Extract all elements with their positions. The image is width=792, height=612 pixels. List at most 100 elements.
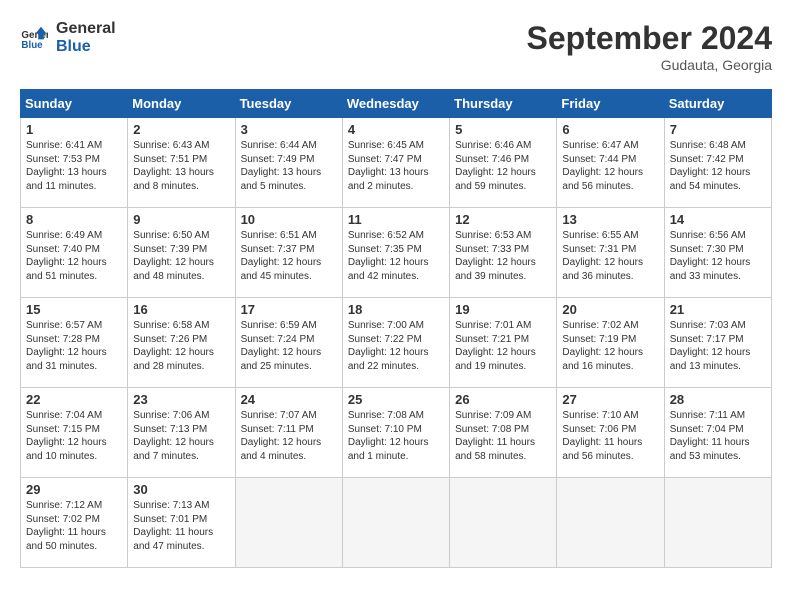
cell-text: Sunrise: 6:56 AMSunset: 7:30 PMDaylight:… [670, 229, 766, 283]
col-header-friday: Friday [557, 90, 664, 118]
cell-text: Sunrise: 7:10 AMSunset: 7:06 PMDaylight:… [562, 409, 658, 463]
calendar-cell: 10 Sunrise: 6:51 AMSunset: 7:37 PMDayligh… [235, 208, 342, 298]
col-header-wednesday: Wednesday [342, 90, 449, 118]
cell-text: Sunrise: 6:41 AMSunset: 7:53 PMDaylight:… [26, 139, 122, 193]
day-number: 21 [670, 302, 766, 317]
calendar-cell: 25 Sunrise: 7:08 AMSunset: 7:10 PMDayligh… [342, 388, 449, 478]
day-number: 22 [26, 392, 122, 407]
day-number: 15 [26, 302, 122, 317]
cell-text: Sunrise: 7:07 AMSunset: 7:11 PMDaylight:… [241, 409, 337, 463]
logo: General Blue General Blue [20, 20, 116, 56]
calendar-cell: 14 Sunrise: 6:56 AMSunset: 7:30 PMDayligh… [664, 208, 771, 298]
cell-text: Sunrise: 6:46 AMSunset: 7:46 PMDaylight:… [455, 139, 551, 193]
calendar-cell: 21 Sunrise: 7:03 AMSunset: 7:17 PMDayligh… [664, 298, 771, 388]
cell-text: Sunrise: 7:02 AMSunset: 7:19 PMDaylight:… [562, 319, 658, 373]
week-row-5: 29Sunrise: 7:12 AMSunset: 7:02 PMDayligh… [21, 478, 772, 568]
calendar-cell: 26Sunrise: 7:09 AMSunset: 7:08 PMDayligh… [450, 388, 557, 478]
calendar-cell: 27 Sunrise: 7:10 AMSunset: 7:06 PMDayligh… [557, 388, 664, 478]
calendar-cell: 24 Sunrise: 7:07 AMSunset: 7:11 PMDayligh… [235, 388, 342, 478]
day-number: 30 [133, 482, 229, 497]
day-number: 10 [241, 212, 337, 227]
day-number: 3 [241, 122, 337, 137]
day-number: 14 [670, 212, 766, 227]
cell-text: Sunrise: 7:01 AMSunset: 7:21 PMDaylight:… [455, 319, 551, 373]
day-number: 18 [348, 302, 444, 317]
week-row-2: 8Sunrise: 6:49 AMSunset: 7:40 PMDaylight… [21, 208, 772, 298]
day-number: 1 [26, 122, 122, 137]
day-number: 4 [348, 122, 444, 137]
calendar-cell [450, 478, 557, 568]
day-number: 16 [133, 302, 229, 317]
cell-text: Sunrise: 6:44 AMSunset: 7:49 PMDaylight:… [241, 139, 337, 193]
day-number: 20 [562, 302, 658, 317]
calendar-cell: 8Sunrise: 6:49 AMSunset: 7:40 PMDaylight… [21, 208, 128, 298]
cell-text: Sunrise: 7:03 AMSunset: 7:17 PMDaylight:… [670, 319, 766, 373]
cell-text: Sunrise: 6:51 AMSunset: 7:37 PMDaylight:… [241, 229, 337, 283]
day-number: 28 [670, 392, 766, 407]
calendar-cell: 18 Sunrise: 7:00 AMSunset: 7:22 PMDayligh… [342, 298, 449, 388]
col-header-thursday: Thursday [450, 90, 557, 118]
day-number: 27 [562, 392, 658, 407]
calendar-cell: 12Sunrise: 6:53 AMSunset: 7:33 PMDayligh… [450, 208, 557, 298]
calendar-cell: 22 Sunrise: 7:04 AMSunset: 7:15 PMDayligh… [21, 388, 128, 478]
calendar-cell: 20 Sunrise: 7:02 AMSunset: 7:19 PMDayligh… [557, 298, 664, 388]
page-header: General Blue General Blue September 2024… [20, 20, 772, 73]
cell-text: Sunrise: 6:55 AMSunset: 7:31 PMDaylight:… [562, 229, 658, 283]
calendar-cell: 16Sunrise: 6:58 AMSunset: 7:26 PMDayligh… [128, 298, 235, 388]
cell-text: Sunrise: 7:08 AMSunset: 7:10 PMDaylight:… [348, 409, 444, 463]
col-header-sunday: Sunday [21, 90, 128, 118]
calendar-cell: 15 Sunrise: 6:57 AMSunset: 7:28 PMDayligh… [21, 298, 128, 388]
calendar-table: SundayMondayTuesdayWednesdayThursdayFrid… [20, 89, 772, 568]
day-number: 13 [562, 212, 658, 227]
day-number: 29 [26, 482, 122, 497]
cell-text: Sunrise: 6:57 AMSunset: 7:28 PMDaylight:… [26, 319, 122, 373]
cell-text: Sunrise: 7:00 AMSunset: 7:22 PMDaylight:… [348, 319, 444, 373]
month-title: September 2024 [527, 20, 772, 57]
day-number: 25 [348, 392, 444, 407]
day-number: 2 [133, 122, 229, 137]
week-row-3: 15 Sunrise: 6:57 AMSunset: 7:28 PMDayligh… [21, 298, 772, 388]
day-number: 5 [455, 122, 551, 137]
calendar-cell: 11Sunrise: 6:52 AMSunset: 7:35 PMDayligh… [342, 208, 449, 298]
calendar-cell [557, 478, 664, 568]
day-number: 19 [455, 302, 551, 317]
calendar-cell: 19 Sunrise: 7:01 AMSunset: 7:21 PMDayligh… [450, 298, 557, 388]
calendar-cell: 5 Sunrise: 6:46 AMSunset: 7:46 PMDaylight… [450, 118, 557, 208]
calendar-cell: 17Sunrise: 6:59 AMSunset: 7:24 PMDayligh… [235, 298, 342, 388]
calendar-cell: 9 Sunrise: 6:50 AMSunset: 7:39 PMDaylight… [128, 208, 235, 298]
cell-text: Sunrise: 6:43 AMSunset: 7:51 PMDaylight:… [133, 139, 229, 193]
logo-text-blue: Blue [56, 38, 116, 56]
calendar-cell: 1 Sunrise: 6:41 AMSunset: 7:53 PMDaylight… [21, 118, 128, 208]
cell-text: Sunrise: 7:11 AMSunset: 7:04 PMDaylight:… [670, 409, 766, 463]
day-number: 23 [133, 392, 229, 407]
calendar-cell: 4 Sunrise: 6:45 AMSunset: 7:47 PMDaylight… [342, 118, 449, 208]
calendar-cell: 23Sunrise: 7:06 AMSunset: 7:13 PMDayligh… [128, 388, 235, 478]
cell-text: Sunrise: 7:13 AMSunset: 7:01 PMDaylight:… [133, 499, 229, 553]
col-header-tuesday: Tuesday [235, 90, 342, 118]
calendar-cell: 7 Sunrise: 6:48 AMSunset: 7:42 PMDaylight… [664, 118, 771, 208]
cell-text: Sunrise: 6:48 AMSunset: 7:42 PMDaylight:… [670, 139, 766, 193]
day-number: 24 [241, 392, 337, 407]
col-header-saturday: Saturday [664, 90, 771, 118]
day-number: 9 [133, 212, 229, 227]
cell-text: Sunrise: 6:45 AMSunset: 7:47 PMDaylight:… [348, 139, 444, 193]
day-number: 8 [26, 212, 122, 227]
week-row-1: 1 Sunrise: 6:41 AMSunset: 7:53 PMDaylight… [21, 118, 772, 208]
day-number: 26 [455, 392, 551, 407]
cell-text: Sunrise: 7:04 AMSunset: 7:15 PMDaylight:… [26, 409, 122, 463]
cell-text: Sunrise: 6:47 AMSunset: 7:44 PMDaylight:… [562, 139, 658, 193]
calendar-cell: 6Sunrise: 6:47 AMSunset: 7:44 PMDaylight… [557, 118, 664, 208]
col-header-monday: Monday [128, 90, 235, 118]
logo-icon: General Blue [20, 24, 48, 52]
calendar-header-row: SundayMondayTuesdayWednesdayThursdayFrid… [21, 90, 772, 118]
calendar-cell: 28 Sunrise: 7:11 AMSunset: 7:04 PMDayligh… [664, 388, 771, 478]
calendar-cell: 30 Sunrise: 7:13 AMSunset: 7:01 PMDayligh… [128, 478, 235, 568]
calendar-cell: 2 Sunrise: 6:43 AMSunset: 7:51 PMDaylight… [128, 118, 235, 208]
cell-text: Sunrise: 6:52 AMSunset: 7:35 PMDaylight:… [348, 229, 444, 283]
svg-text:Blue: Blue [21, 40, 43, 51]
day-number: 7 [670, 122, 766, 137]
cell-text: Sunrise: 6:50 AMSunset: 7:39 PMDaylight:… [133, 229, 229, 283]
calendar-cell [664, 478, 771, 568]
title-block: September 2024 Gudauta, Georgia [527, 20, 772, 73]
logo-text-general: General [56, 20, 116, 38]
